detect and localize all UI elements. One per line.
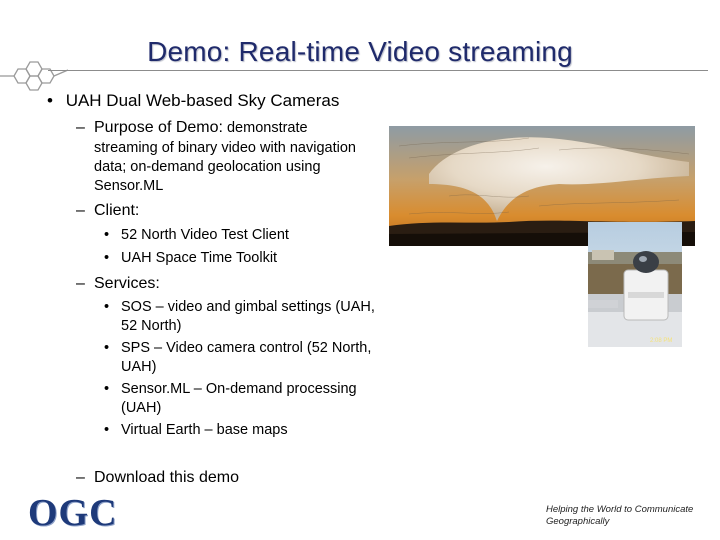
- dash: –: [76, 275, 85, 292]
- purpose-continuation: streaming of binary video with navigatio…: [94, 139, 394, 196]
- purpose-text-4: Sensor.ML: [94, 178, 164, 194]
- ogc-logo-text: OGC: [28, 492, 118, 534]
- download-item[interactable]: – Download this demo: [76, 469, 239, 487]
- photo-timestamp: 2:08 PM: [650, 338, 672, 344]
- dash: –: [76, 469, 85, 486]
- main-bullet-text: UAH Dual Web-based Sky Cameras: [65, 91, 340, 110]
- client-item-1: 52 North Video Test Client: [121, 227, 289, 243]
- main-bullet: • UAH Dual Web-based Sky Cameras: [47, 91, 339, 111]
- slide-title: Demo: Real-time Video streaming: [147, 36, 573, 67]
- list-item: • SPS – Video camera control (52 North, …: [104, 339, 411, 377]
- service-1-line1: SOS – video and gimbal settings (UAH,: [121, 299, 375, 315]
- purpose-item: – Purpose of Demo: demonstrate: [76, 119, 308, 137]
- list-item: • UAH Space Time Toolkit: [104, 249, 391, 268]
- ogc-logo: OGC: [28, 491, 118, 535]
- client-list: • 52 North Video Test Client • UAH Space…: [104, 226, 391, 268]
- purpose-text-1: demonstrate: [222, 120, 308, 136]
- bullet-dot: •: [104, 340, 110, 356]
- bullet-dot: •: [104, 299, 110, 315]
- list-item: • SOS – video and gimbal settings (UAH, …: [104, 298, 411, 336]
- list-item: • Virtual Earth – base maps: [104, 421, 411, 440]
- purpose-text-3: data; on-demand geolocation using: [94, 159, 321, 175]
- service-2-line1: SPS – Video camera control (52 North,: [121, 340, 372, 356]
- purpose-heading: Purpose of Demo:: [94, 119, 223, 136]
- dash: –: [76, 119, 85, 136]
- camera-dome-image: 2:08 PM: [588, 222, 682, 347]
- bullet-dot: •: [104, 381, 110, 397]
- client-heading: Client:: [94, 202, 140, 219]
- title-divider: [48, 70, 708, 71]
- purpose-text-2: streaming of binary video with navigatio…: [94, 140, 356, 156]
- sky-camera-photo: 2:08 PM: [588, 222, 682, 347]
- bullet-dot: •: [104, 422, 110, 438]
- services-list: • SOS – video and gimbal settings (UAH, …: [104, 298, 411, 440]
- dash: –: [76, 202, 85, 219]
- bullet-dot: •: [104, 227, 110, 243]
- bullet-dot: •: [47, 91, 53, 110]
- client-item: – Client:: [76, 202, 139, 220]
- footer-tagline: Helping the World to Communicate Geograp…: [546, 504, 716, 528]
- list-item: • Sensor.ML – On-demand processing (UAH): [104, 380, 411, 418]
- service-4: Virtual Earth – base maps: [121, 422, 288, 438]
- download-link[interactable]: Download this demo: [94, 469, 239, 486]
- service-3-line2: (UAH): [121, 400, 162, 416]
- client-item-2: UAH Space Time Toolkit: [121, 250, 278, 266]
- tagline-line-1: Helping the World to Communicate: [546, 504, 694, 515]
- tagline-line-2: Geographically: [546, 516, 610, 527]
- services-heading: Services:: [94, 275, 160, 292]
- services-item: – Services:: [76, 275, 160, 293]
- service-2-line2: UAH): [121, 359, 157, 375]
- list-item: • 52 North Video Test Client: [104, 226, 391, 245]
- service-3-line1: Sensor.ML – On-demand processing: [121, 381, 357, 397]
- service-1-line2: 52 North): [121, 318, 182, 334]
- bullet-dot: •: [104, 250, 110, 266]
